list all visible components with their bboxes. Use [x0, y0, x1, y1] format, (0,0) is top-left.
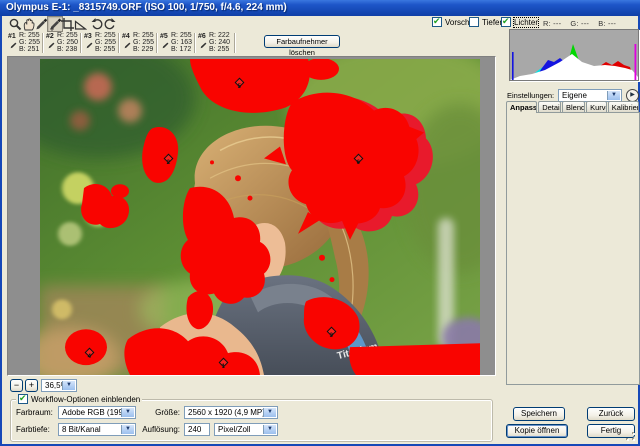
- zoom-in-button[interactable]: +: [25, 379, 38, 392]
- shadows-checkbox[interactable]: Tiefen: [469, 17, 504, 27]
- zoom-tool-button[interactable]: [8, 17, 22, 31]
- resolution-label: Auflösung:: [130, 425, 180, 434]
- divider: [194, 33, 195, 53]
- checkbox-check-icon: [18, 394, 28, 404]
- zoom-out-button[interactable]: −: [10, 379, 23, 392]
- rotate-left-button[interactable]: [90, 17, 104, 31]
- sampler-readout-5: #5 R: 255 G: 163 B: 172: [158, 32, 194, 54]
- mini-eyedropper-icon: [199, 42, 207, 50]
- checkbox-check-icon: [432, 17, 442, 27]
- divider: [234, 33, 235, 53]
- highlights-checkbox[interactable]: Lichter: [501, 17, 538, 27]
- highlights-checkbox-label: Lichter: [514, 18, 538, 27]
- depth-select[interactable]: 8 Bit/Kanal▼: [58, 423, 136, 436]
- magnifier-icon: [8, 17, 22, 31]
- workflow-options-label: Workflow-Optionen einblenden: [31, 395, 140, 404]
- sampler-readout-1: #1 R: 255 G: 255 B: 251: [6, 32, 42, 54]
- chevron-down-icon: ▼: [263, 408, 276, 417]
- adjust-tab-panel: [506, 112, 640, 385]
- crop-icon: [60, 17, 74, 31]
- divider: [156, 33, 157, 53]
- zoom-controls: − + 36,5%▼: [2, 378, 202, 393]
- save-button[interactable]: Speichern: [513, 407, 565, 421]
- straighten-triangle-icon: [73, 17, 87, 31]
- sampler-readout-2: #2 R: 255 G: 250 B: 238: [44, 32, 80, 54]
- camera-raw-dialog: Olympus E-1: _8315749.ORF (ISO 100, 1/75…: [0, 0, 640, 446]
- image-preview-pane[interactable]: Titanium: [7, 56, 496, 376]
- depth-label: Farbtiefe:: [16, 425, 50, 434]
- resize-grip[interactable]: [625, 431, 637, 443]
- photo-image: Titanium: [40, 59, 480, 375]
- chevron-down-icon: ▼: [62, 381, 75, 390]
- sampler-readout-3: #3 R: 255 G: 255 B: 255: [82, 32, 118, 54]
- chevron-down-icon: ▼: [263, 425, 276, 434]
- settings-label: Einstellungen:: [507, 91, 554, 100]
- colorspace-label: Farbraum:: [16, 408, 53, 417]
- checkbox-check-icon: [501, 17, 511, 27]
- size-label: Größe:: [130, 408, 180, 417]
- colorspace-select[interactable]: Adobe RGB (1998)▼: [58, 406, 136, 419]
- photo-canvas[interactable]: Titanium: [40, 59, 480, 375]
- divider: [42, 33, 43, 53]
- divider: [118, 33, 119, 53]
- mini-eyedropper-icon: [47, 42, 55, 50]
- crop-tool-button[interactable]: [60, 17, 74, 31]
- eyedropper-icon: [34, 17, 48, 31]
- rgb-readout: R: --- G: --- B: ---: [543, 19, 616, 28]
- sampler-readout-4: #4 R: 255 G: 255 B: 229: [120, 32, 156, 54]
- rotate-cw-icon: [103, 17, 117, 31]
- window-titlebar[interactable]: Olympus E-1: _8315749.ORF (ISO 100, 1/75…: [0, 0, 640, 16]
- sampler-readout-6: #6 R: 222 G: 240 B: 255: [196, 32, 232, 54]
- mini-eyedropper-icon: [85, 42, 93, 50]
- zoom-level-select[interactable]: 36,5%▼: [41, 379, 77, 392]
- resolution-input[interactable]: 240: [184, 423, 210, 436]
- color-sampler-strip: #1 R: 255 G: 255 B: 251 #2 R: 255 G: 250…: [2, 32, 499, 54]
- straighten-tool-button[interactable]: [73, 17, 87, 31]
- mini-eyedropper-icon: [9, 42, 17, 50]
- tab-anpassen[interactable]: Anpassen: [506, 101, 537, 113]
- hand-icon: [21, 17, 35, 31]
- clear-samplers-button[interactable]: Farbaufnehmer löschen: [264, 35, 340, 48]
- divider: [80, 33, 81, 53]
- hand-tool-button[interactable]: [21, 17, 35, 31]
- rotate-right-button[interactable]: [103, 17, 117, 31]
- resolution-unit-select[interactable]: Pixel/Zoll▼: [214, 423, 278, 436]
- mini-eyedropper-icon: [123, 42, 131, 50]
- histogram-plot: [510, 30, 638, 80]
- mini-eyedropper-icon: [161, 42, 169, 50]
- histogram: [509, 29, 639, 81]
- rotate-ccw-icon: [90, 17, 104, 31]
- open-copy-button[interactable]: Kopie öffnen: [506, 424, 568, 438]
- cancel-button[interactable]: Zurück: [587, 407, 635, 421]
- chevron-down-icon: ▼: [607, 91, 620, 100]
- checkbox-empty-icon: [469, 17, 479, 27]
- size-select[interactable]: 2560 x 1920 (4,9 MP)▼: [184, 406, 278, 419]
- white-balance-tool-button[interactable]: [34, 17, 48, 31]
- window-title: Olympus E-1: _8315749.ORF (ISO 100, 1/75…: [6, 2, 287, 13]
- workflow-options-checkbox[interactable]: Workflow-Optionen einblenden: [16, 394, 142, 404]
